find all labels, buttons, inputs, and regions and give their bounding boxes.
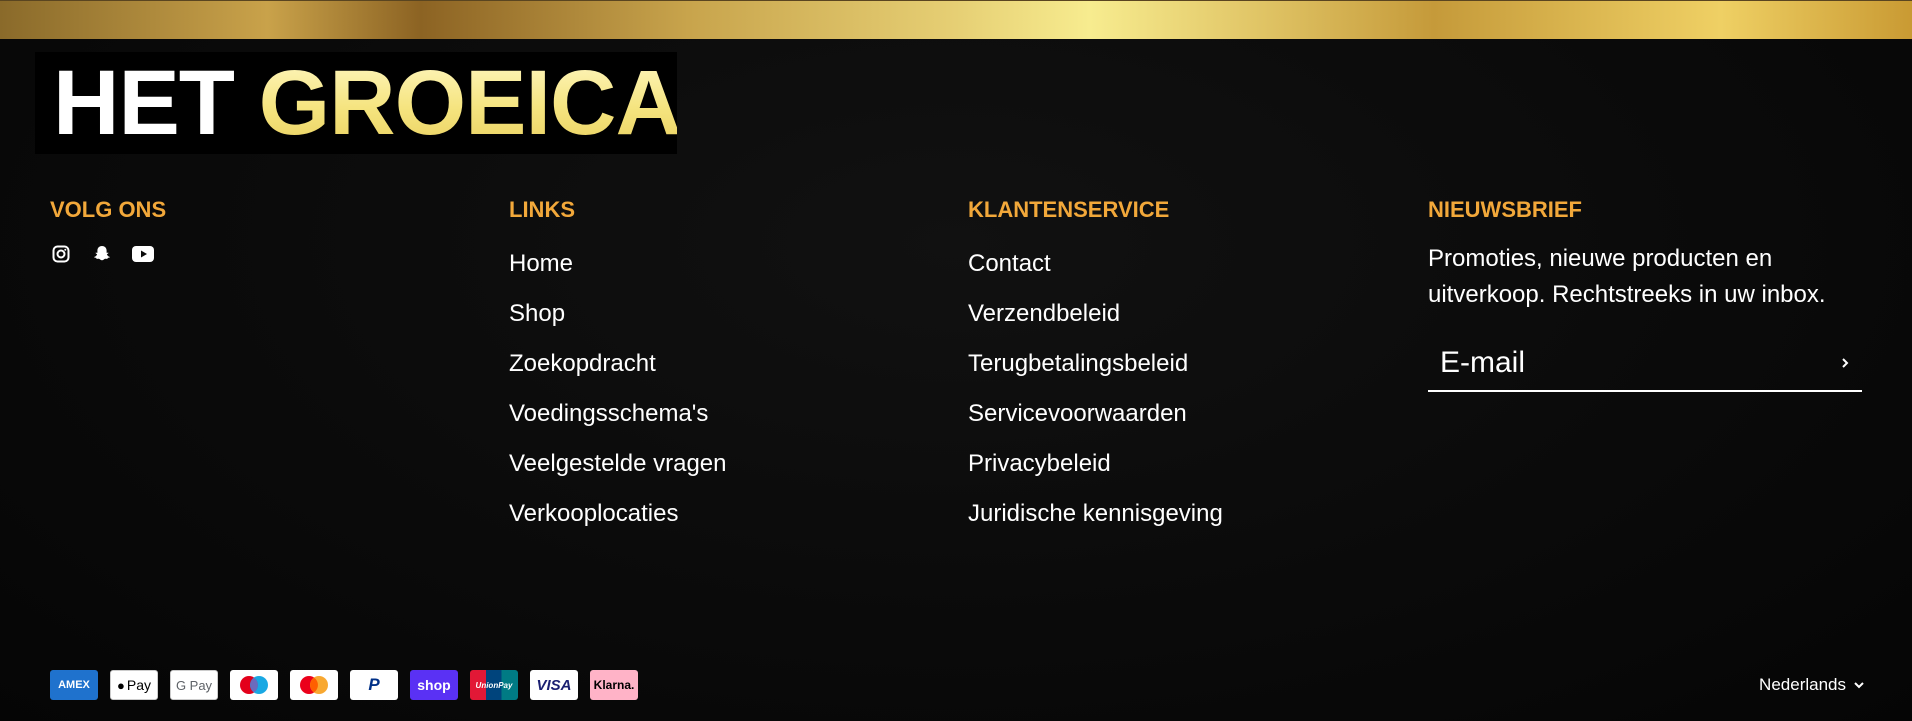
- footer-col-links: LINKS Home Shop Zoekopdracht Voedingssch…: [509, 197, 727, 539]
- link-terugbetalingsbeleid[interactable]: Terugbetalingsbeleid: [968, 339, 1223, 389]
- link-contact[interactable]: Contact: [968, 239, 1223, 289]
- link-verkooplocaties[interactable]: Verkooplocaties: [509, 489, 727, 539]
- follow-heading: VOLG ONS: [50, 197, 167, 222]
- klarna-icon: Klarna.: [590, 670, 638, 700]
- apple-pay-icon: ● Pay: [110, 670, 158, 700]
- paypal-icon: P: [350, 670, 398, 700]
- footer-col-klantenservice: KLANTENSERVICE Contact Verzendbeleid Ter…: [968, 197, 1223, 539]
- link-shop[interactable]: Shop: [509, 289, 727, 339]
- link-privacybeleid[interactable]: Privacybeleid: [968, 439, 1223, 489]
- language-label: Nederlands: [1759, 675, 1846, 694]
- snapchat-icon[interactable]: [91, 243, 113, 265]
- shop-pay-icon: shop: [410, 670, 458, 700]
- logo[interactable]: HET GROEICAFE: [35, 52, 677, 154]
- mastercard-icon: [290, 670, 338, 700]
- logo-word-groeicafe: GROEICAFE: [259, 52, 677, 154]
- link-veelgestelde-vragen[interactable]: Veelgestelde vragen: [509, 439, 727, 489]
- newsletter-form: [1428, 335, 1862, 392]
- email-input[interactable]: [1428, 344, 1802, 381]
- language-selector[interactable]: Nederlands: [1759, 675, 1864, 695]
- footer-col-follow: VOLG ONS: [50, 197, 166, 265]
- amex-icon: AMEX: [50, 670, 98, 700]
- payment-icons: AMEX ● Pay G Pay P shop UnionPay VISA Kla…: [50, 670, 638, 700]
- links-heading: LINKS: [509, 197, 575, 222]
- link-home[interactable]: Home: [509, 239, 727, 289]
- logo-word-het: HET: [53, 52, 235, 154]
- klantenservice-heading: KLANTENSERVICE: [968, 197, 1170, 222]
- visa-icon: VISA: [530, 670, 578, 700]
- link-servicevoorwaarden[interactable]: Servicevoorwaarden: [968, 389, 1223, 439]
- footer-col-newsletter: NIEUWSBRIEF Promoties, nieuwe producten …: [1428, 197, 1862, 392]
- link-voedingsschemas[interactable]: Voedingsschema's: [509, 389, 727, 439]
- links-list: Home Shop Zoekopdracht Voedingsschema's …: [509, 239, 727, 539]
- google-pay-icon: G Pay: [170, 670, 218, 700]
- chevron-right-icon: [1842, 357, 1849, 368]
- link-juridische-kennisgeving[interactable]: Juridische kennisgeving: [968, 489, 1223, 539]
- newsletter-heading: NIEUWSBRIEF: [1428, 197, 1582, 222]
- klantenservice-list: Contact Verzendbeleid Terugbetalingsbele…: [968, 239, 1223, 539]
- gold-top-bar: [0, 0, 1912, 40]
- link-zoekopdracht[interactable]: Zoekopdracht: [509, 339, 727, 389]
- instagram-icon[interactable]: [50, 243, 72, 265]
- newsletter-text: Promoties, nieuwe producten en uitverkoo…: [1428, 245, 1826, 308]
- maestro-icon: [230, 670, 278, 700]
- social-icons: [50, 243, 166, 265]
- youtube-icon[interactable]: [132, 243, 154, 265]
- chevron-down-icon: [1854, 681, 1864, 688]
- link-verzendbeleid[interactable]: Verzendbeleid: [968, 289, 1223, 339]
- submit-arrow-button[interactable]: [1840, 356, 1862, 370]
- unionpay-icon: UnionPay: [470, 670, 518, 700]
